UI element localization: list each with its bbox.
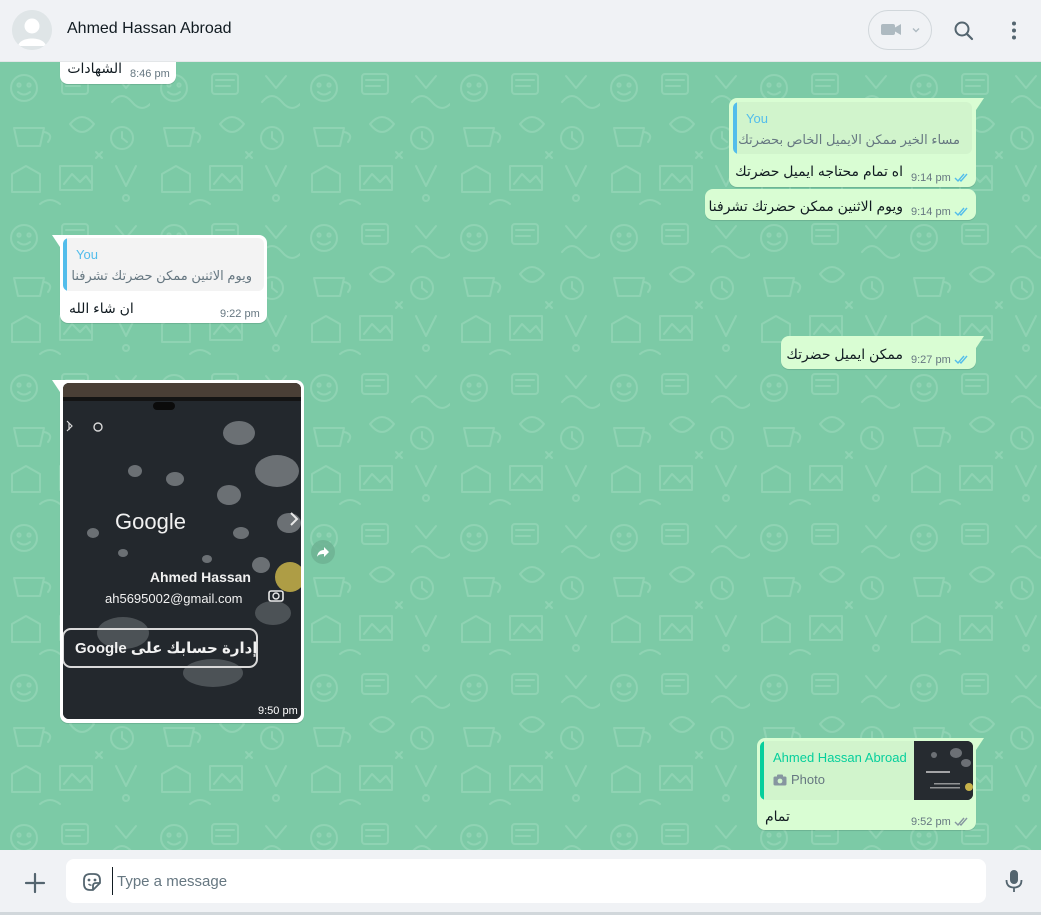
bubble-tail <box>52 380 60 392</box>
whatsapp-chat-window: Ahmed Hassan Abroad الشهادات 8:46 pm You… <box>0 0 1041 915</box>
message-text: اه تمام محتاجه ايميل حضرتك <box>735 163 903 179</box>
avatar-icon[interactable] <box>12 10 52 50</box>
attach-button[interactable] <box>22 870 48 896</box>
forward-button[interactable] <box>311 540 335 564</box>
quote-author: You <box>746 111 768 126</box>
mic-icon <box>1005 870 1023 892</box>
chevron-down-icon <box>912 28 920 33</box>
camera-icon <box>773 774 787 786</box>
message-text: الشهادات <box>67 62 122 76</box>
forward-icon <box>311 540 335 564</box>
delivered-receipt-icon <box>954 817 968 827</box>
message-text: ممكن ايميل حضرتك <box>786 346 903 362</box>
bubble-tail <box>976 98 984 110</box>
quote-author: You <box>76 247 98 262</box>
photo-thumbnail[interactable]: Google Ahmed Hassan ah5695002@gmail.com … <box>63 383 301 719</box>
quote-text: ويوم الاثنين ممكن حضرتك تشرفنا <box>71 268 252 283</box>
message-bubble-outgoing[interactable]: You مساء الخير ممكن الايميل الخاص بحضرتك… <box>729 98 984 187</box>
photo-google-logo-text: Google <box>115 509 186 534</box>
photo-account-name: Ahmed Hassan <box>149 569 251 585</box>
read-receipt-icon <box>954 173 968 183</box>
quoted-message[interactable]: You مساء الخير ممكن الايميل الخاص بحضرتك <box>733 102 972 154</box>
sticker-button[interactable] <box>80 870 104 894</box>
bubble-tail <box>976 336 984 348</box>
message-bubble-image[interactable]: Google Ahmed Hassan ah5695002@gmail.com … <box>52 380 304 723</box>
photo-account-email: ah5695002@gmail.com <box>105 591 243 606</box>
message-text: تمام <box>765 808 790 824</box>
message-time: 8:46 pm <box>130 68 170 80</box>
search-icon <box>954 21 974 41</box>
message-bubble-outgoing[interactable]: ممكن ايميل حضرتك 9:27 pm <box>781 336 984 369</box>
message-time: 9:14 pm <box>911 172 951 184</box>
quoted-message[interactable]: You ويوم الاثنين ممكن حضرتك تشرفنا <box>63 238 264 291</box>
photo-manage-account-button: إدارة حسابك على Google <box>75 640 258 657</box>
quote-media-type: Photo <box>791 772 825 787</box>
video-call-button[interactable] <box>868 10 932 50</box>
quote-author: Ahmed Hassan Abroad <box>773 750 907 765</box>
quoted-photo[interactable]: Ahmed Hassan Abroad Photo <box>760 741 973 800</box>
message-text: ان شاء الله <box>69 300 134 316</box>
message-input[interactable] <box>112 867 972 895</box>
message-text: ويوم الاثنين ممكن حضرتك تشرفنا <box>708 198 903 214</box>
quoted-photo-thumbnail <box>914 741 973 800</box>
bubble-tail <box>976 738 984 750</box>
message-bubble-incoming[interactable]: You ويوم الاثنين ممكن حضرتك تشرفنا ان شا… <box>52 235 267 323</box>
message-bubble-outgoing[interactable]: ويوم الاثنين ممكن حضرتك تشرفنا 9:14 pm <box>705 189 976 220</box>
plus-icon <box>24 872 46 894</box>
photo-scene <box>63 383 301 719</box>
message-bubble-incoming[interactable]: الشهادات 8:46 pm <box>60 62 176 84</box>
quote-text: مساء الخير ممكن الايميل الخاص بحضرتك <box>738 132 960 147</box>
menu-button[interactable] <box>1000 17 1028 45</box>
voice-message-button[interactable] <box>1002 868 1026 894</box>
read-receipt-icon <box>954 207 968 217</box>
menu-icon <box>1012 21 1016 40</box>
chat-header: Ahmed Hassan Abroad <box>0 0 1041 62</box>
message-time: 9:22 pm <box>220 308 260 320</box>
read-receipt-icon <box>954 355 968 365</box>
bubble-tail <box>52 235 60 247</box>
message-time: 9:52 pm <box>911 816 951 828</box>
search-button[interactable] <box>950 17 978 45</box>
video-call-icon <box>881 24 901 35</box>
message-time: 9:50 pm <box>258 705 298 717</box>
message-bubble-outgoing[interactable]: Ahmed Hassan Abroad Photo تمام 9:52 pm <box>757 738 984 830</box>
message-time: 9:27 pm <box>911 354 951 366</box>
message-time: 9:14 pm <box>911 206 951 218</box>
sticker-icon <box>83 873 101 891</box>
contact-name[interactable]: Ahmed Hassan Abroad <box>67 20 232 38</box>
message-list[interactable]: الشهادات 8:46 pm You مساء الخير ممكن الا… <box>0 62 1041 850</box>
